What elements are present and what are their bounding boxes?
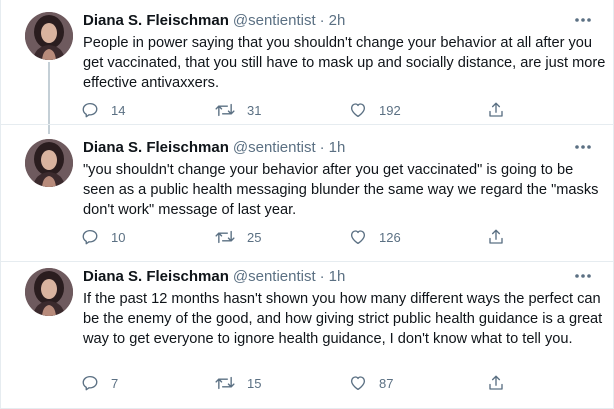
- retweet-count: 25: [247, 229, 262, 245]
- retweet-count: 31: [247, 102, 262, 118]
- share-icon: [489, 229, 503, 244]
- author-handle[interactable]: @sentientist: [233, 12, 316, 29]
- avatar[interactable]: [25, 12, 73, 60]
- like-count: 192: [379, 102, 401, 118]
- tweet-header: Diana S. Fleischman @sentientist · 2h: [83, 11, 345, 31]
- reply-count: 14: [111, 102, 126, 118]
- more-horizontal-icon: [575, 274, 591, 278]
- retweet-button[interactable]: 31: [215, 100, 261, 120]
- heart-icon: [350, 103, 366, 118]
- like-button[interactable]: 87: [349, 373, 393, 393]
- reply-icon: [82, 229, 98, 245]
- author-name[interactable]: Diana S. Fleischman: [83, 139, 229, 156]
- like-count: 87: [379, 375, 394, 391]
- tweet-timestamp[interactable]: 2h: [329, 12, 346, 29]
- tweet-thread: Diana S. Fleischman @sentientist · 2h Peopl…: [0, 0, 614, 409]
- author-handle[interactable]: @sentientist: [233, 268, 316, 285]
- reply-icon: [82, 102, 98, 118]
- tweet-timestamp[interactable]: 1h: [329, 268, 346, 285]
- reply-icon: [82, 375, 98, 391]
- author-handle[interactable]: @sentientist: [233, 139, 316, 156]
- more-horizontal-icon: [575, 145, 591, 149]
- tweet-text: "you shouldn't change your behavior afte…: [83, 162, 599, 218]
- more-horizontal-icon: [575, 18, 591, 22]
- retweet-icon: [215, 230, 235, 244]
- reply-count: 7: [111, 375, 119, 391]
- tweet[interactable]: Diana S. Fleischman @sentientist · 1h If th…: [1, 262, 613, 409]
- reply-button[interactable]: 7: [81, 373, 118, 393]
- reply-button[interactable]: 10: [81, 227, 125, 247]
- share-button[interactable]: [487, 100, 505, 120]
- retweet-count: 15: [247, 375, 262, 391]
- share-icon: [489, 102, 503, 117]
- reply-count: 10: [111, 229, 126, 245]
- tweet-text: People in power saying that you shouldn'…: [83, 35, 606, 91]
- author-name[interactable]: Diana S. Fleischman: [83, 268, 229, 285]
- retweet-icon: [215, 376, 235, 390]
- share-button[interactable]: [487, 373, 505, 393]
- author-name[interactable]: Diana S. Fleischman: [83, 12, 229, 29]
- share-button[interactable]: [487, 227, 505, 247]
- like-count: 126: [379, 229, 401, 245]
- avatar[interactable]: [25, 268, 73, 316]
- more-options-button[interactable]: [571, 266, 595, 286]
- heart-icon: [350, 376, 366, 391]
- separator-dot: ·: [319, 139, 325, 156]
- tweet-header: Diana S. Fleischman @sentientist · 1h: [83, 267, 345, 287]
- tweet-actions: 10 25 126: [81, 227, 521, 247]
- heart-icon: [350, 230, 366, 245]
- like-button[interactable]: 192: [349, 100, 401, 120]
- more-options-button[interactable]: [571, 10, 595, 30]
- tweet[interactable]: Diana S. Fleischman @sentientist · 1h "you …: [1, 125, 613, 262]
- retweet-button[interactable]: 15: [215, 373, 261, 393]
- retweet-button[interactable]: 25: [215, 227, 261, 247]
- like-button[interactable]: 126: [349, 227, 401, 247]
- tweet-timestamp[interactable]: 1h: [329, 139, 346, 156]
- separator-dot: ·: [319, 268, 325, 285]
- tweet-text: If the past 12 months hasn't shown you h…: [83, 291, 603, 347]
- tweet-actions: 7 15 87: [81, 373, 521, 393]
- tweet-actions: 14 31 192: [81, 100, 521, 120]
- tweet[interactable]: Diana S. Fleischman @sentientist · 2h Peopl…: [1, 0, 613, 125]
- tweet-header: Diana S. Fleischman @sentientist · 1h: [83, 138, 345, 158]
- more-options-button[interactable]: [571, 137, 595, 157]
- avatar[interactable]: [25, 139, 73, 187]
- separator-dot: ·: [319, 12, 325, 29]
- reply-button[interactable]: 14: [81, 100, 125, 120]
- share-icon: [489, 375, 503, 390]
- retweet-icon: [215, 103, 235, 117]
